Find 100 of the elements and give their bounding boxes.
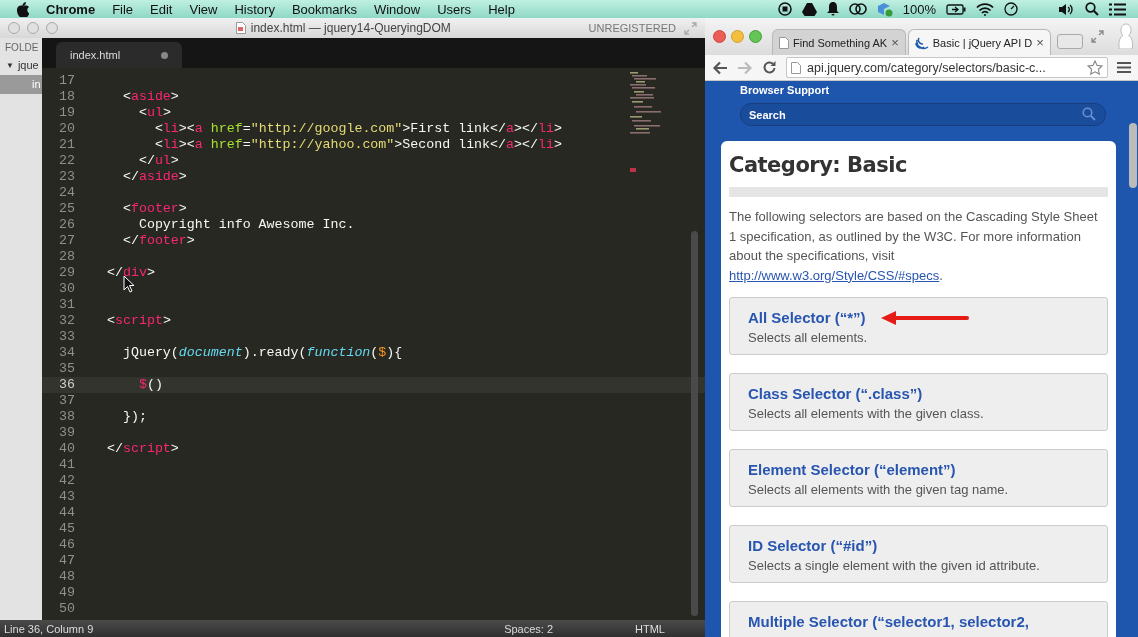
search-icon[interactable] xyxy=(1085,2,1099,16)
line-number: 35 xyxy=(58,361,75,377)
line-number: 22 xyxy=(58,153,75,169)
expand-icon[interactable] xyxy=(684,21,697,35)
license-label: UNREGISTERED xyxy=(588,22,676,34)
file-tab[interactable]: index.html xyxy=(56,42,182,68)
entry-link[interactable]: ID Selector (“#id”) xyxy=(748,537,878,554)
pointer-icon xyxy=(123,275,135,293)
line-number: 34 xyxy=(58,345,75,361)
line-number: 33 xyxy=(58,329,75,345)
line-number: 45 xyxy=(58,521,75,537)
code-line: <li><a href="http://yahoo.com">Second link</a></li> xyxy=(153,137,562,152)
code-line: </footer> xyxy=(121,233,195,248)
line-number: 36 xyxy=(58,377,75,393)
menu-item[interactable]: Window xyxy=(373,1,421,17)
sidebar-header: FOLDE xyxy=(4,41,40,55)
indentation-setting[interactable]: Spaces: 2 xyxy=(504,622,554,635)
wifi-icon[interactable] xyxy=(976,2,994,16)
selector-entry[interactable]: All Selector (“*”) Selects all elements. xyxy=(729,297,1108,355)
code-line: <script> xyxy=(107,313,171,328)
page-heading: Category: Basic xyxy=(729,153,908,177)
entry-description: Selects a single element with the given id attribute. xyxy=(748,558,1041,573)
line-number: 49 xyxy=(58,585,75,601)
box-icon[interactable] xyxy=(876,1,893,17)
code-line: </script> xyxy=(107,441,179,456)
line-number: 19 xyxy=(58,105,75,121)
close-tab-button[interactable]: × xyxy=(891,35,899,50)
page-icon xyxy=(779,36,789,49)
selector-entry[interactable]: ID Selector (“#id”) Selects a single element with the given id attribute. xyxy=(729,525,1108,583)
line-number: 48 xyxy=(58,569,75,585)
line-number: 25 xyxy=(58,201,75,217)
entry-link[interactable]: Element Selector (“element”) xyxy=(748,461,956,478)
line-number: 23 xyxy=(58,169,75,185)
reload-icon[interactable] xyxy=(762,60,777,75)
entry-description: Selects all elements. xyxy=(748,330,869,345)
battery-percent: 100% xyxy=(902,1,936,17)
address-bar[interactable]: api.jquery.com/category/selectors/basic-c... xyxy=(786,57,1108,78)
line-number: 38 xyxy=(58,409,75,425)
menu-item[interactable]: Users xyxy=(437,1,472,17)
menu-item[interactable]: File xyxy=(112,1,134,17)
window-control[interactable] xyxy=(46,22,58,34)
scrollbar[interactable] xyxy=(691,231,698,616)
star-icon[interactable] xyxy=(1087,59,1103,76)
menu-item[interactable]: View xyxy=(189,1,218,17)
selector-entry[interactable]: Element Selector (“element”) Selects all elements with the given tag name. xyxy=(729,449,1108,507)
line-number: 29 xyxy=(58,265,75,281)
window-control[interactable] xyxy=(713,30,726,43)
window-control[interactable] xyxy=(731,30,744,43)
code-line: <footer> xyxy=(121,201,187,216)
code-line: }); xyxy=(121,409,147,424)
window-title: index.html — jquery14-QueryingDOM xyxy=(250,21,451,35)
code-line: <ul> xyxy=(137,105,171,120)
line-number: 42 xyxy=(58,473,75,489)
menu-item[interactable]: Help xyxy=(488,1,515,17)
window-control[interactable] xyxy=(27,22,39,34)
battery-icon[interactable] xyxy=(946,3,966,15)
line-number: 26 xyxy=(58,217,75,233)
nav-link[interactable]: Browser Support xyxy=(721,81,1116,96)
syntax-setting[interactable]: HTML xyxy=(635,622,665,635)
line-number: 40 xyxy=(58,441,75,457)
close-tab-button[interactable]: × xyxy=(1036,35,1044,50)
line-number: 41 xyxy=(58,457,75,473)
apple-icon[interactable] xyxy=(16,1,29,17)
back-arrow-icon[interactable] xyxy=(712,60,728,75)
folder-item[interactable]: ▼ jque xyxy=(0,56,42,75)
window-control[interactable] xyxy=(749,30,762,43)
code-line: </aside> xyxy=(121,169,187,184)
search-field[interactable]: Search xyxy=(740,103,1106,126)
menu-item[interactable]: Edit xyxy=(150,1,173,17)
line-number: 46 xyxy=(58,537,75,553)
expand-icon[interactable] xyxy=(1090,30,1104,43)
page-icon xyxy=(791,61,801,74)
entry-link[interactable]: Class Selector (“.class”) xyxy=(748,385,923,402)
entry-link[interactable]: Multiple Selector (“selector1, selector2, xyxy=(748,613,1029,630)
line-number: 32 xyxy=(58,313,75,329)
browser-tab[interactable]: Basic | jQuery API D × xyxy=(907,29,1051,55)
forward-arrow-icon[interactable] xyxy=(737,60,753,75)
window-control[interactable] xyxy=(8,22,20,34)
entry-link[interactable]: All Selector (“*”) xyxy=(748,309,866,326)
sync-icon[interactable] xyxy=(848,3,867,15)
app-menu[interactable]: Chrome xyxy=(46,1,96,17)
code-line: Copyright info Awesome Inc. xyxy=(137,217,355,232)
browser-tab[interactable]: Find Something AK × xyxy=(772,29,906,55)
line-number: 31 xyxy=(58,297,75,313)
menu-item[interactable]: History xyxy=(234,1,275,17)
list-icon[interactable] xyxy=(1109,2,1126,16)
record-icon[interactable] xyxy=(777,2,792,16)
scrollbar[interactable] xyxy=(1129,123,1137,188)
menu-item[interactable]: Bookmarks xyxy=(291,1,357,17)
new-tab-button[interactable] xyxy=(1056,34,1083,49)
line-number: 44 xyxy=(58,505,75,521)
bell-icon[interactable] xyxy=(826,2,839,16)
clock-icon[interactable] xyxy=(1004,2,1018,16)
line-number: 27 xyxy=(58,233,75,249)
volume-icon[interactable] xyxy=(1058,2,1075,16)
line-number: 18 xyxy=(58,89,75,105)
selector-entry[interactable]: Class Selector (“.class”) Selects all elements with the given class. xyxy=(729,373,1108,431)
menu-icon[interactable] xyxy=(1117,61,1131,74)
swirl-icon xyxy=(914,35,929,50)
selector-entry[interactable]: Multiple Selector (“selector1, selector2, xyxy=(729,601,1108,637)
